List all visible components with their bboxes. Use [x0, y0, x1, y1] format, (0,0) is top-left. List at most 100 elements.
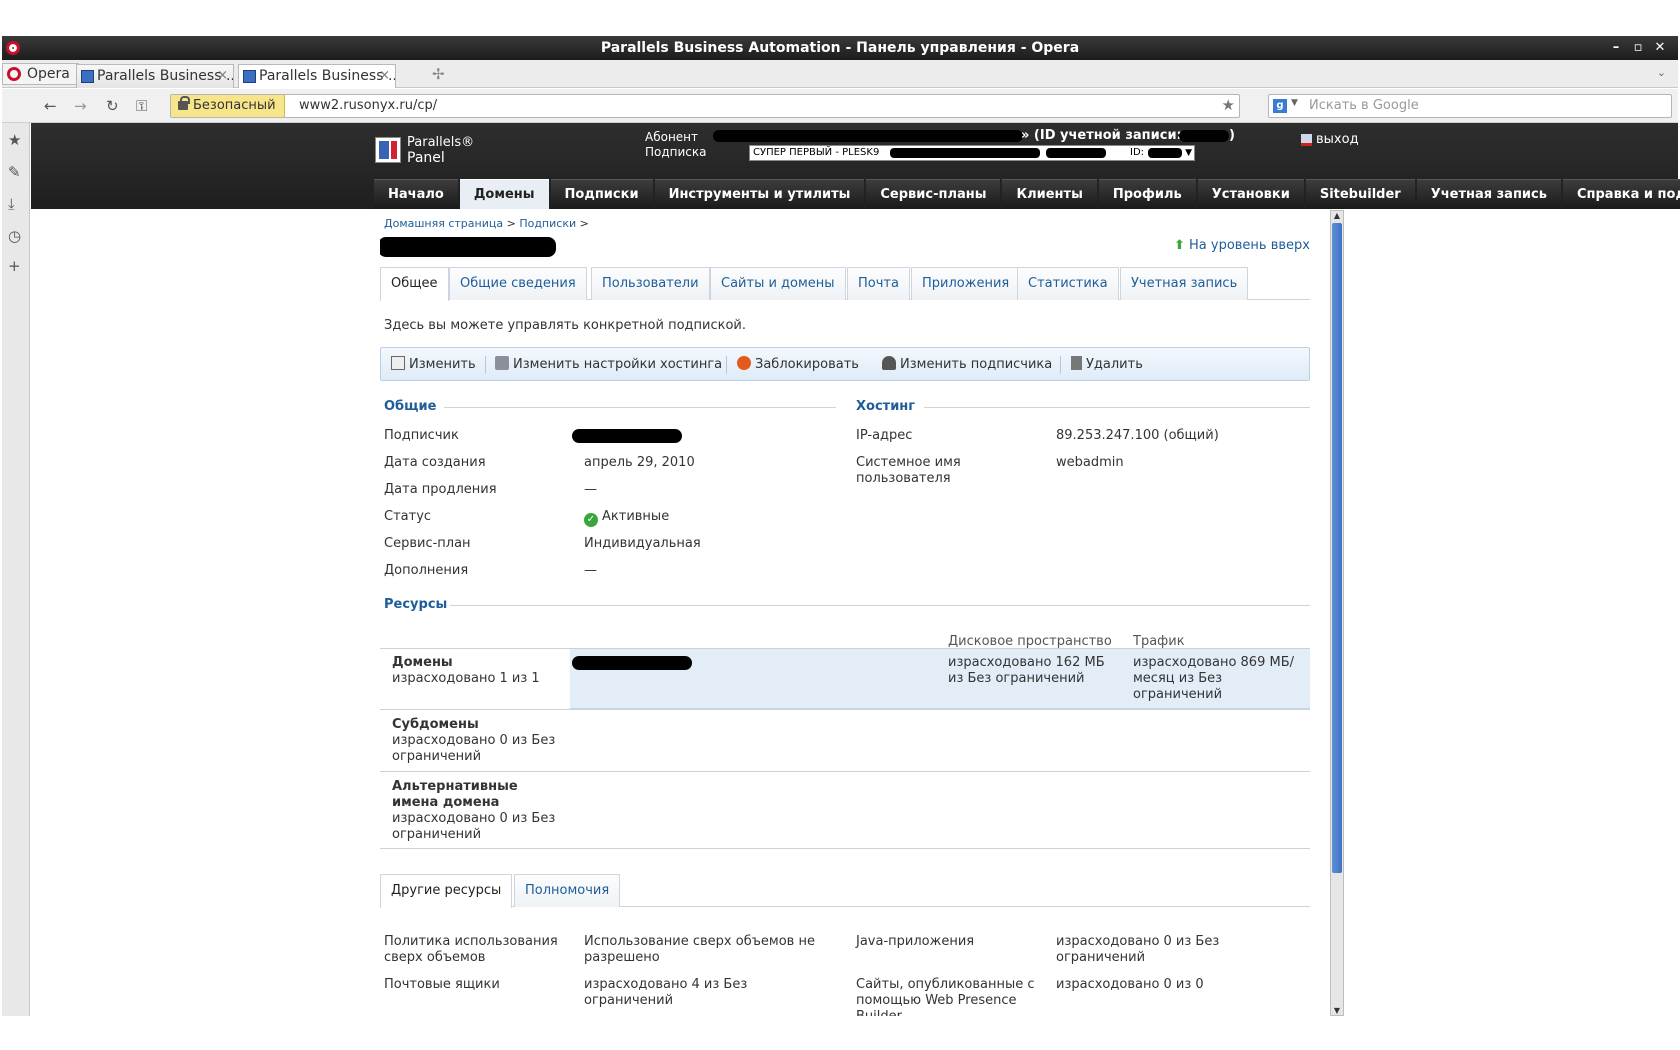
- account-id-label: » (ID учетной записи:: [1021, 128, 1182, 143]
- browser-navbar: ← → ↻ ⚿ Безопасный www2.rusonyx.ru/cp/ ★…: [2, 89, 1678, 123]
- tab-overview[interactable]: Общие сведения: [449, 267, 587, 300]
- history-icon[interactable]: ◷: [8, 227, 21, 245]
- tab-general[interactable]: Общее: [380, 267, 449, 301]
- subscription-select[interactable]: СУПЕР ПЕРВЫЙ - PLESK9 ID: ▼: [749, 145, 1195, 161]
- overuse-label: Политика использования сверх объемов: [384, 934, 558, 965]
- scrollbar-thumb[interactable]: [1332, 223, 1342, 873]
- menu-clients[interactable]: Клиенты: [1002, 179, 1097, 209]
- domain-name-redacted[interactable]: [572, 656, 692, 670]
- table-divider: [380, 848, 1310, 849]
- subscription-id-label: ID:: [1130, 147, 1145, 158]
- url-text[interactable]: www2.rusonyx.ru/cp/: [299, 95, 437, 117]
- maximize-icon[interactable]: ▫: [1628, 36, 1648, 60]
- subscriber-value-redacted: [572, 429, 682, 443]
- page-scrollbar[interactable]: ▲ ▼: [1330, 210, 1344, 1016]
- tab-mail[interactable]: Почта: [847, 267, 910, 300]
- menu-home[interactable]: Начало: [374, 179, 458, 209]
- tab-other-resources[interactable]: Другие ресурсы: [380, 874, 513, 908]
- wpb-label: Сайты, опубликованные с помощью Web Pres…: [856, 977, 1035, 1016]
- menu-profile[interactable]: Профиль: [1098, 179, 1196, 209]
- browser-tab-active[interactable]: Parallels Business ... ×: [238, 64, 396, 88]
- account-id-close: ): [1229, 128, 1235, 143]
- lock-icon: [178, 96, 190, 110]
- opera-menu-label: Opera: [27, 66, 70, 82]
- section-resources-title: Ресурсы: [384, 597, 448, 612]
- tab-sites-domains[interactable]: Сайты и домены: [710, 267, 846, 300]
- window-titlebar: Parallels Business Automation - Панель у…: [2, 36, 1678, 60]
- downloads-icon[interactable]: ⤓: [8, 195, 15, 213]
- aliases-title: Альтернативные имена домена: [392, 779, 518, 810]
- menu-account[interactable]: Учетная запись: [1416, 179, 1561, 209]
- section-divider: [924, 407, 1310, 408]
- parallels-logo[interactable]: Parallels® Panel: [375, 135, 485, 167]
- overuse-value: Использование сверх объемов не разрешено: [584, 934, 815, 965]
- search-field[interactable]: g ▼ Искать в Google: [1268, 94, 1672, 118]
- mailboxes-value: израсходовано 4 из Без ограничений: [584, 977, 748, 1008]
- section-hosting-title: Хостинг: [856, 399, 916, 414]
- secure-badge[interactable]: Безопасный: [171, 95, 285, 117]
- menu-help[interactable]: Справка и под: [1562, 179, 1680, 209]
- subdomains-title: Субдомены: [392, 717, 479, 732]
- opera-menu-button[interactable]: Opera: [2, 63, 79, 85]
- delete-button[interactable]: Удалить: [1071, 356, 1143, 372]
- main-menu: Начало Домены Подписки Инструменты и утилит…: [374, 179, 1680, 209]
- plan-label: Сервис-план: [384, 536, 471, 551]
- page-title-redacted: [380, 237, 556, 257]
- renewal-label: Дата продления: [384, 482, 497, 497]
- subscriber-label: Подписчик: [384, 428, 459, 443]
- close-tab-icon[interactable]: ×: [379, 65, 390, 87]
- scroll-down-icon[interactable]: ▼: [1331, 1006, 1343, 1015]
- edit-button[interactable]: Изменить: [391, 356, 476, 372]
- redaction: [1148, 148, 1182, 158]
- breadcrumb-subscriptions[interactable]: Подписки: [519, 217, 576, 230]
- opera-logo-icon: [6, 41, 20, 55]
- redaction: [713, 130, 1023, 142]
- tab-statistics[interactable]: Статистика: [1017, 267, 1119, 300]
- address-bar[interactable]: Безопасный www2.rusonyx.ru/cp/ ★: [170, 94, 1240, 118]
- search-engine-chevron-icon[interactable]: ▼: [1291, 98, 1298, 108]
- hosting-settings-button[interactable]: Изменить настройки хостинга: [495, 356, 722, 372]
- scroll-up-icon[interactable]: ▲: [1331, 211, 1343, 220]
- addons-value: —: [584, 563, 597, 578]
- new-tab-icon[interactable]: ✢: [432, 65, 445, 83]
- search-placeholder: Искать в Google: [1309, 98, 1419, 113]
- menu-sitebuilder[interactable]: Sitebuilder: [1305, 179, 1415, 209]
- reload-icon[interactable]: ↻: [106, 97, 119, 115]
- breadcrumb-sep: >: [503, 217, 520, 230]
- menu-domains[interactable]: Домены: [459, 179, 549, 209]
- tab-permissions[interactable]: Полномочия: [514, 874, 621, 907]
- notes-icon[interactable]: ✎: [8, 163, 21, 181]
- domain-traffic-usage: израсходовано 869 МБ/месяц из Без ограни…: [1133, 655, 1294, 702]
- menu-subscriptions[interactable]: Подписки: [550, 179, 653, 209]
- status-label: Статус: [384, 509, 432, 524]
- block-button[interactable]: Заблокировать: [737, 356, 859, 372]
- subscription-label: Подписка: [645, 145, 707, 159]
- section-divider: [450, 605, 1310, 606]
- tab-label: Parallels Business ...: [259, 68, 396, 84]
- minimize-icon[interactable]: –: [1606, 36, 1626, 60]
- forward-icon[interactable]: →: [74, 97, 87, 115]
- menu-service-plans[interactable]: Сервис-планы: [866, 179, 1001, 209]
- change-subscriber-button[interactable]: Изменить подписчика: [882, 356, 1052, 372]
- menu-tools[interactable]: Инструменты и утилиты: [654, 179, 865, 209]
- add-panel-icon[interactable]: +: [8, 257, 21, 275]
- change-subscriber-label: Изменить подписчика: [900, 357, 1053, 372]
- renewal-value: —: [584, 482, 597, 497]
- bookmark-star-icon[interactable]: ★: [1222, 96, 1235, 114]
- up-level-link[interactable]: ⬆ На уровень вверх: [1174, 238, 1310, 253]
- tab-list-chevron-icon[interactable]: ⌄: [1657, 66, 1666, 79]
- browser-tab[interactable]: Parallels Business ... ×: [76, 64, 234, 88]
- logout-link[interactable]: выход: [1301, 132, 1359, 147]
- subdomains-used: израсходовано 0 из Без ограничений: [392, 733, 556, 764]
- menu-settings[interactable]: Установки: [1197, 179, 1304, 209]
- bookmarks-icon[interactable]: ★: [8, 131, 21, 149]
- tab-users[interactable]: Пользователи: [591, 267, 710, 300]
- breadcrumb-home[interactable]: Домашняя страница: [384, 217, 503, 230]
- tab-account[interactable]: Учетная запись: [1120, 267, 1249, 300]
- back-icon[interactable]: ←: [44, 97, 57, 115]
- key-icon[interactable]: ⚿: [136, 97, 147, 115]
- close-tab-icon[interactable]: ×: [217, 65, 228, 87]
- tab-applications[interactable]: Приложения: [911, 267, 1021, 300]
- google-icon: g: [1273, 99, 1287, 113]
- close-window-icon[interactable]: ✕: [1650, 36, 1670, 60]
